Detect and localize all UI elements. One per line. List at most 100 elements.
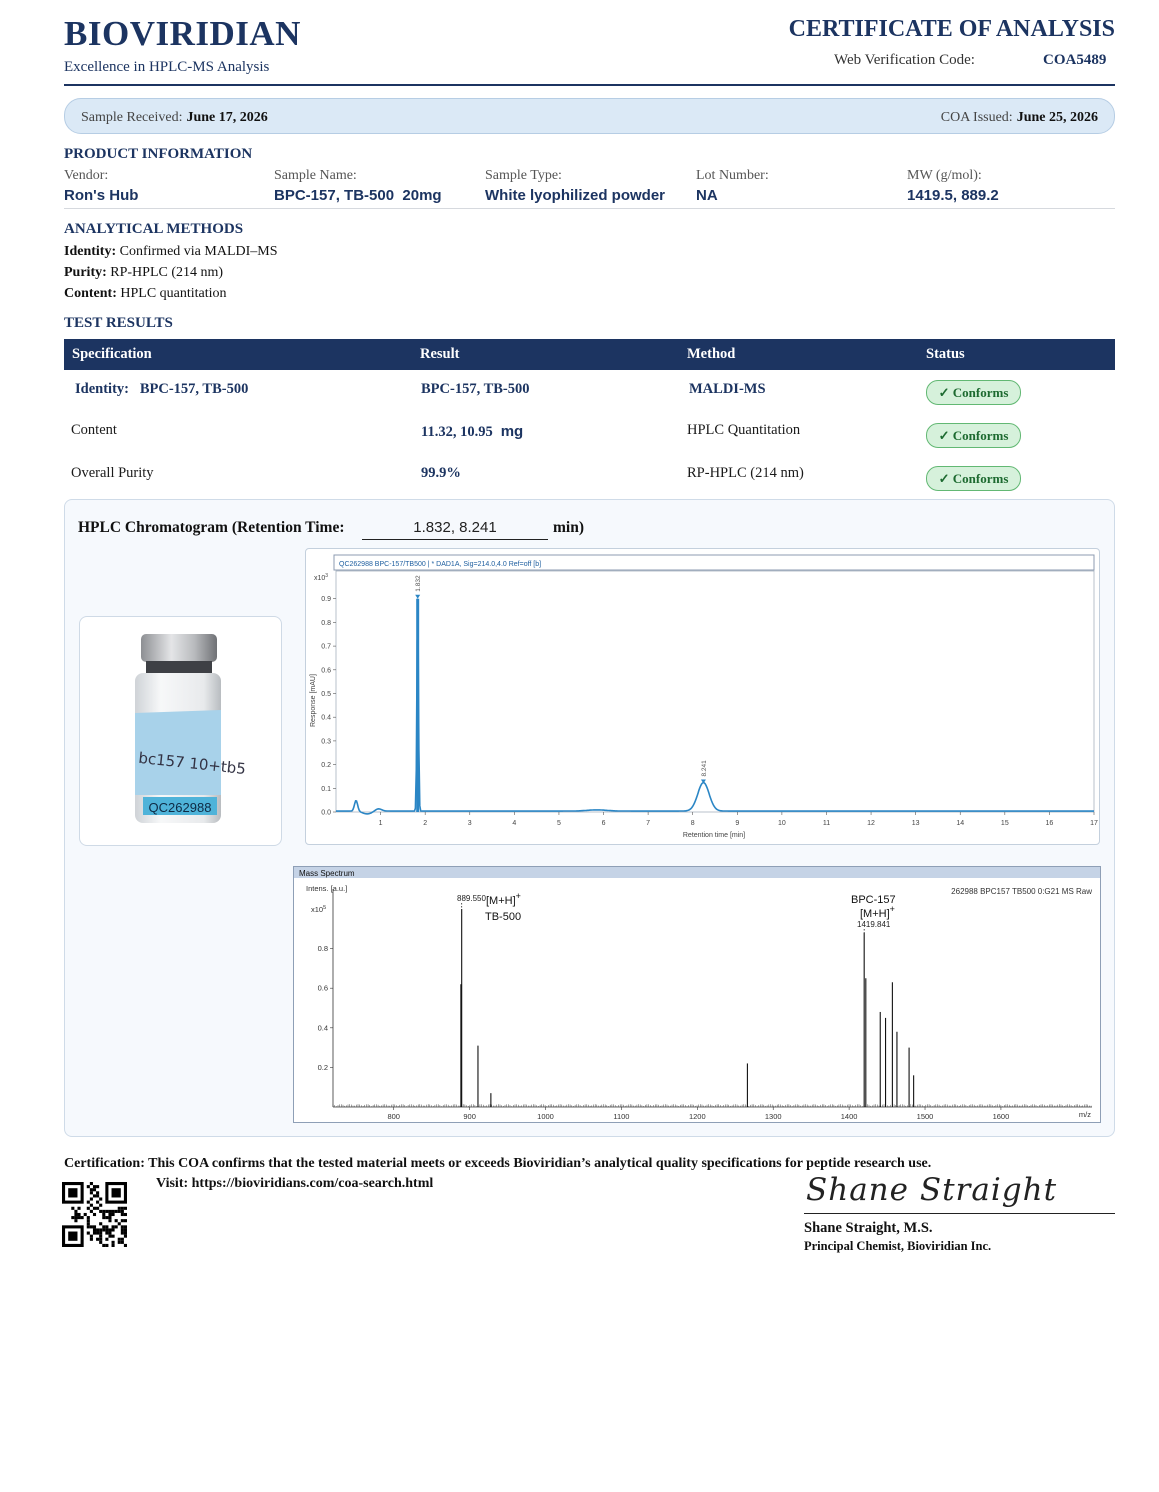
- verification-code-label: Web Verification Code:: [834, 52, 975, 68]
- table-row-3-method: RP-HPLC (214 nm): [687, 465, 804, 481]
- column-header-status: Status: [926, 346, 965, 362]
- qr-module: [105, 1225, 109, 1229]
- qr-module: [120, 1228, 124, 1232]
- status-badge: ✓ Conforms: [926, 423, 1021, 448]
- qr-module: [123, 1243, 127, 1247]
- analytical-methods-heading: ANALYTICAL METHODS: [64, 221, 244, 237]
- qr-module: [86, 1206, 90, 1210]
- document-title: CERTIFICATE OF ANALYSIS: [788, 16, 1115, 42]
- mass-spectrum-chart: Mass Spectrum 262988 BPC157 TB500 0:G21 …: [293, 866, 1101, 1123]
- ms-ylabel: Intens. [a.u.]: [306, 884, 347, 893]
- qr-finder-core: [68, 1188, 78, 1198]
- column-header-result: Result: [420, 346, 460, 362]
- qr-code-icon[interactable]: [62, 1182, 127, 1247]
- table-row-2-method: HPLC Quantitation: [687, 422, 801, 438]
- qr-module: [92, 1212, 97, 1217]
- qr-module: [111, 1212, 115, 1217]
- ms-run-label: 262988 BPC157 TB500 0:G21 MS Raw: [951, 887, 1092, 896]
- column-header-specification: Specification: [72, 346, 152, 362]
- qr-module: [120, 1240, 124, 1244]
- qr-module: [114, 1219, 118, 1223]
- qr-module: [89, 1182, 93, 1186]
- table-row-2-result: 11.32, 10.95 mg: [421, 423, 524, 440]
- hplc-x-tick-label: 8: [691, 820, 695, 827]
- qr-module: [74, 1219, 78, 1223]
- qr-module: [99, 1237, 103, 1241]
- hplc-x-tick-label: 13: [912, 820, 920, 827]
- section-divider: [64, 208, 1115, 209]
- qr-module: [80, 1216, 84, 1220]
- hplc-ylabel: Response [mAU]: [310, 674, 317, 727]
- qr-module: [99, 1231, 103, 1235]
- verification-link[interactable]: Visit: https://bioviridians.com/coa-sear…: [156, 1176, 433, 1192]
- ms-annotation-mz: 1419.841: [857, 920, 891, 929]
- qr-module: [96, 1194, 100, 1198]
- hplc-y-tick-label: 0.0: [321, 810, 331, 817]
- qr-module: [96, 1231, 100, 1235]
- qr-module: [71, 1206, 75, 1210]
- ms-multiplier: x105: [311, 905, 326, 914]
- hplc-chart-svg: QC262988 BPC-157/TB500 | * DAD1A, Sig=21…: [310, 554, 1098, 839]
- retention-times-value: 1.832, 8.241: [362, 519, 548, 540]
- signature-line: [804, 1213, 1115, 1214]
- qr-module: [86, 1225, 90, 1229]
- qr-module: [102, 1228, 106, 1232]
- qr-module: [117, 1240, 121, 1244]
- qr-module: [92, 1194, 97, 1198]
- vial-image: bc157 10+tb5 QC262988: [135, 634, 247, 823]
- hplc-x-tick-label: 9: [735, 820, 739, 827]
- dates-bar: Sample Received: June 17, 2026 COA Issue…: [64, 98, 1115, 134]
- qr-module: [83, 1212, 87, 1217]
- hplc-x-tick-label: 12: [867, 820, 875, 827]
- qr-module: [120, 1212, 124, 1217]
- qr-module: [86, 1222, 90, 1226]
- qr-module: [89, 1188, 93, 1192]
- qr-module: [99, 1197, 103, 1201]
- table-row-1-method: MALDI-MS: [689, 381, 766, 397]
- qr-module: [89, 1209, 93, 1213]
- hplc-peak-marker: [415, 594, 421, 599]
- qr-module: [96, 1200, 100, 1204]
- ms-y-tick-label: 0.8: [318, 944, 328, 953]
- hplc-y-tick-label: 0.7: [321, 644, 331, 651]
- qr-module: [86, 1231, 90, 1235]
- ms-noise: [332, 1104, 1092, 1107]
- qr-module: [102, 1209, 106, 1213]
- brand-tagline: Excellence in HPLC-MS Analysis: [64, 59, 270, 75]
- qr-module: [108, 1219, 112, 1223]
- ms-annotation-mz: 889.550: [457, 894, 486, 903]
- qr-module: [96, 1237, 100, 1241]
- qr-module: [92, 1188, 97, 1192]
- ms-x-tick-label: 1500: [917, 1112, 934, 1121]
- hplc-x-tick-label: 14: [956, 820, 964, 827]
- ms-y-tick-label: 0.4: [318, 1023, 328, 1032]
- qr-module: [108, 1209, 112, 1213]
- results-table-header: Specification Result Method Status: [64, 339, 1115, 370]
- mass-spectrum-svg: Mass Spectrum 262988 BPC157 TB500 0:G21 …: [294, 867, 1100, 1121]
- hplc-peak-label: 8.241: [701, 760, 708, 777]
- signature: Shane Straight: [806, 1172, 1058, 1208]
- qr-module: [77, 1216, 81, 1220]
- qr-module: [111, 1240, 115, 1244]
- ms-annotation-name: TB-500: [485, 911, 521, 923]
- ms-annotation-ion: [M+H]+: [860, 904, 895, 920]
- hplc-x-tick-label: 7: [646, 820, 650, 827]
- hplc-multiplier: x103: [314, 573, 328, 582]
- product-field-vendor: Vendor: Ron's Hub: [64, 168, 139, 204]
- qr-module: [105, 1216, 109, 1220]
- qr-module: [108, 1228, 112, 1232]
- hplc-y-tick-label: 0.9: [321, 596, 331, 603]
- qr-module: [111, 1225, 115, 1229]
- signer-title: Principal Chemist, Bioviridian Inc.: [804, 1239, 992, 1253]
- hplc-y-tick-label: 0.4: [321, 715, 331, 722]
- ms-x-tick-label: 1200: [689, 1112, 706, 1121]
- qr-module: [96, 1228, 100, 1232]
- table-row-3-result: 99.9%: [421, 465, 461, 481]
- hplc-chart: QC262988 BPC-157/TB500 | * DAD1A, Sig=21…: [305, 548, 1100, 845]
- qr-module: [99, 1203, 103, 1207]
- hplc-peak: [416, 598, 420, 812]
- qr-module: [102, 1243, 106, 1247]
- qr-module: [105, 1228, 109, 1232]
- hplc-x-tick-label: 5: [557, 820, 561, 827]
- method-identity: Identity: Confirmed via MALDI–MS: [64, 244, 278, 259]
